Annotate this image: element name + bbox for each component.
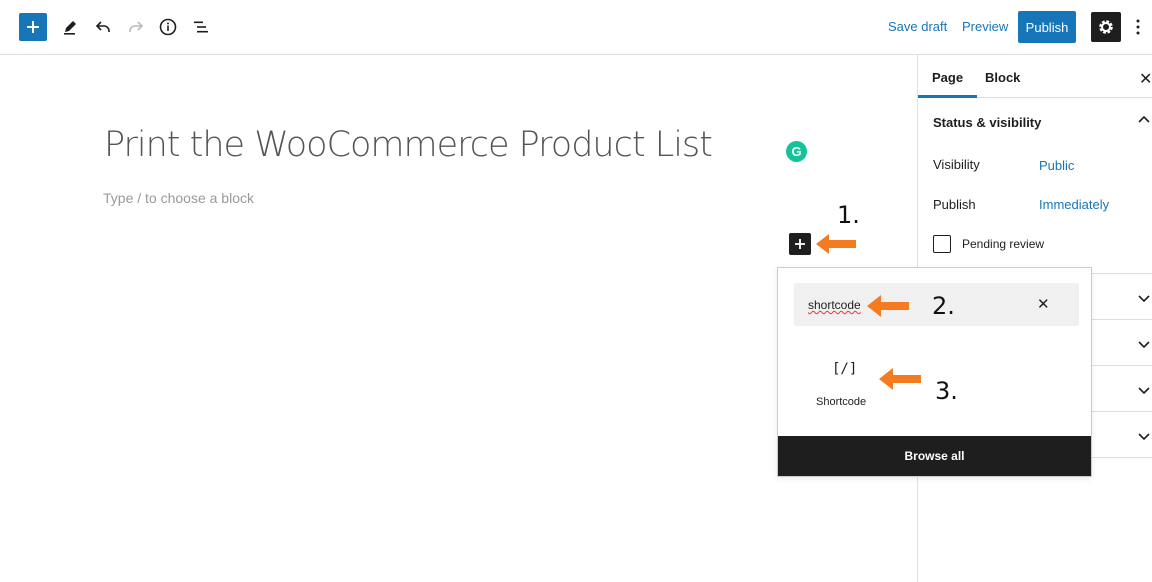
tab-block[interactable]: Block [985,70,1020,85]
close-icon: ✕ [1139,71,1152,88]
annotation-step-1: 1. [837,201,860,229]
gear-icon [1099,20,1113,34]
plus-icon [795,239,805,249]
annotation-step-3: 3. [935,377,958,405]
publish-date-value[interactable]: Immediately [1039,197,1109,212]
arrow-left-icon [879,368,921,390]
visibility-value[interactable]: Public [1039,158,1074,173]
chevron-down-icon[interactable] [1137,383,1151,397]
chevron-down-icon[interactable] [1137,429,1151,443]
search-value[interactable]: shortcode [808,298,861,312]
plus-icon [27,21,39,33]
preview-button[interactable]: Preview [962,19,1008,34]
browse-all-button[interactable]: Browse all [778,436,1091,476]
details-button[interactable] [154,13,182,41]
save-draft-button[interactable]: Save draft [888,19,947,34]
block-result-shortcode[interactable]: [/] Shortcode [811,353,871,413]
publish-label: Publish [933,197,976,212]
redo-button[interactable] [122,13,150,41]
redo-icon [129,21,144,32]
undo-button[interactable] [89,13,117,41]
more-vertical-icon [1136,19,1140,35]
annotation-step-2: 2. [932,292,955,320]
chevron-down-icon[interactable] [1137,291,1151,305]
close-icon: ✕ [1037,296,1050,313]
chevron-down-icon[interactable] [1137,337,1151,351]
info-icon [159,18,177,36]
chevron-up-icon[interactable] [1137,113,1151,127]
arrow-left-icon [867,295,909,317]
pending-review-label: Pending review [962,237,1045,251]
toggle-inserter-button[interactable] [19,13,47,41]
clear-search-button[interactable]: ✕ [1037,295,1050,313]
visibility-label: Visibility [933,157,980,172]
block-inserter-button[interactable] [789,233,811,255]
arrow-left-icon [816,234,856,254]
tab-page[interactable]: Page [917,70,978,98]
post-title[interactable]: Print the WooCommerce Product List [104,125,713,165]
close-sidebar-button[interactable]: ✕ [1139,69,1152,89]
sidebar-tabs: Page Block ✕ [917,55,1152,98]
tools-button[interactable] [56,13,84,41]
block-placeholder[interactable]: Type / to choose a block [103,190,254,206]
settings-button[interactable] [1091,12,1121,42]
block-result-label: Shortcode [816,396,867,408]
more-menu-button[interactable] [1132,16,1144,38]
shortcode-icon: [/] [832,361,858,377]
editor-toolbar: Save draft Preview Publish [0,0,1152,55]
list-view-icon [194,21,208,33]
pencil-icon [64,21,76,35]
publish-button[interactable]: Publish [1018,11,1076,43]
list-view-button[interactable] [187,13,215,41]
pending-review-checkbox[interactable] [933,235,951,253]
undo-icon [95,21,110,32]
status-visibility-panel-title[interactable]: Status & visibility [933,115,1041,130]
grammarly-icon[interactable]: G [786,141,807,162]
